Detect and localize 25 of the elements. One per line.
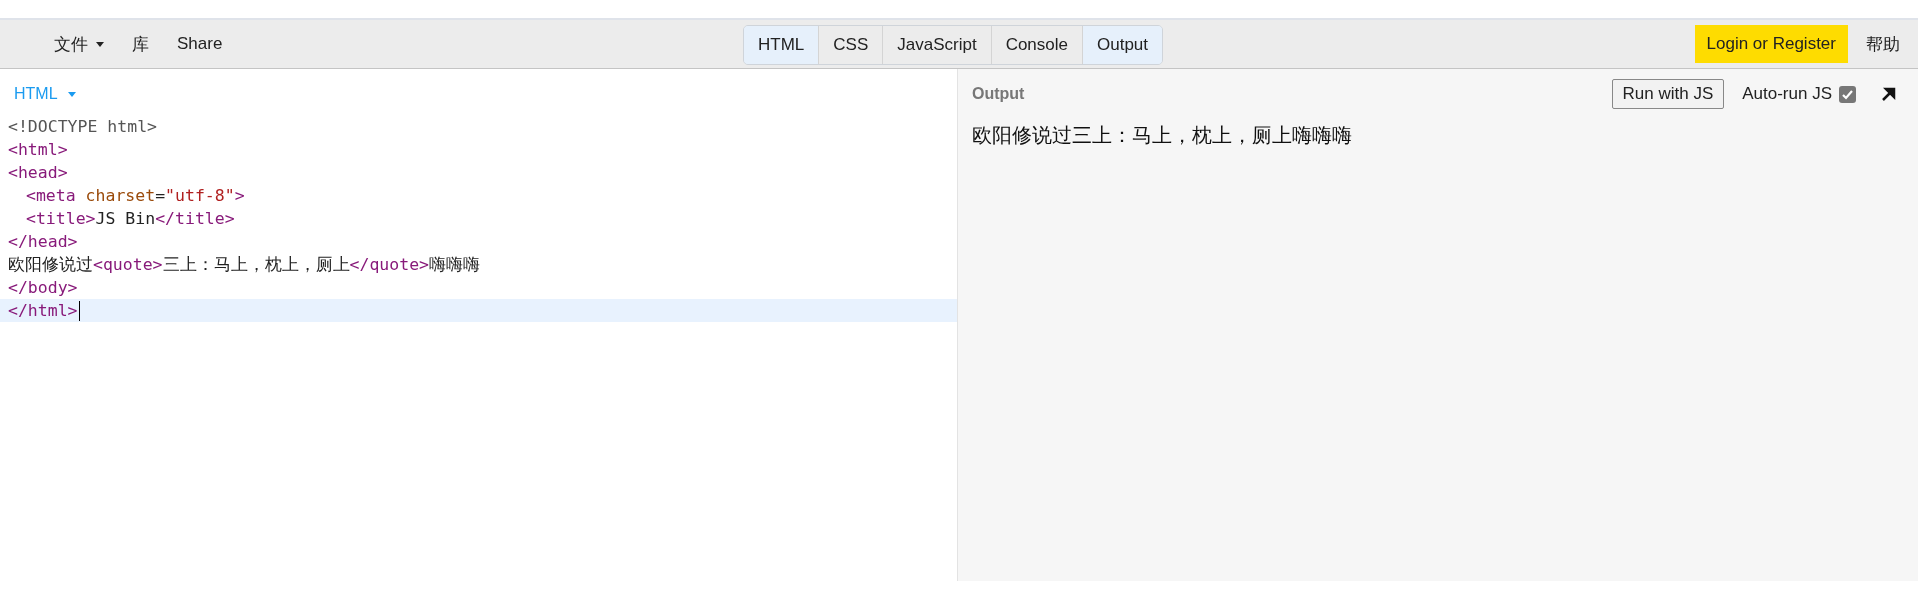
panel-title: Output [972,85,1025,103]
code-line: <head> [7,162,69,184]
code-line: 欧阳修说过<quote>三上：马上，枕上，厕上</quote>嗨嗨嗨 [7,254,482,276]
caret-icon [67,91,76,97]
code-line: <html> [7,139,69,161]
menu-item[interactable]: 库 [132,32,149,56]
checkbox-label: Auto-run JS [1742,84,1832,104]
checkbox[interactable] [1839,85,1856,103]
text-cursor [78,300,81,321]
code-line: </head> [7,231,79,253]
run-button[interactable]: Run with JS [1611,79,1725,109]
login-button[interactable]: Login or Register [1694,25,1848,63]
help-link[interactable]: 帮助 [1866,32,1900,56]
menu-item[interactable]: 文件 [54,32,104,56]
code-line: <title>JS Bin</title> [25,208,236,230]
code-line: </body> [7,277,79,299]
caret-icon [96,41,104,47]
output-text: 欧阳修说过三上：马上，枕上，厕上嗨嗨嗨 [972,123,1353,148]
panel-tab[interactable]: Output [1083,26,1163,64]
arrow-icon[interactable] [1880,86,1896,102]
code-line: <meta charset="utf-8"> [25,185,246,207]
code-editor[interactable]: HTML <!DOCTYPE html> <html> <head> <meta charset="utf-8"> <title>JS Bin</title> </head> 欧阳修说过<quote>三上：马上，枕上，厕上</quote>嗨嗨嗨 </body> </html> [0,69,958,581]
panel-tab[interactable]: HTML [744,26,820,64]
menu-item[interactable]: Share [177,34,223,54]
code-line: <!DOCTYPE html> [7,116,158,138]
